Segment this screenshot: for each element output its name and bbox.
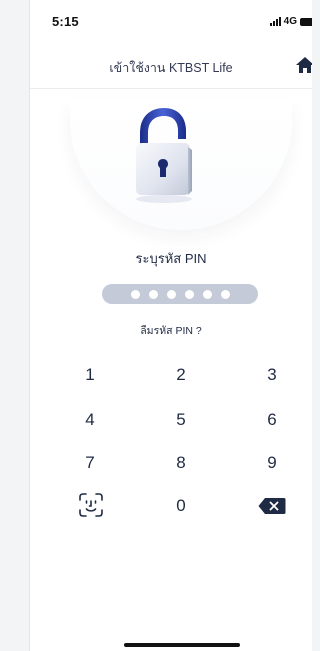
battery-icon bbox=[300, 17, 312, 26]
network-label: 4G bbox=[283, 16, 297, 27]
page-title: เข้าใช้งาน KTBST Life bbox=[109, 61, 233, 75]
pin-indicator bbox=[102, 284, 258, 304]
page-header: เข้าใช้งาน KTBST Life bbox=[30, 44, 312, 89]
key-3[interactable]: 3 bbox=[252, 360, 292, 390]
key-2[interactable]: 2 bbox=[161, 360, 201, 390]
key-4[interactable]: 4 bbox=[70, 405, 110, 435]
signal-icon bbox=[269, 17, 281, 26]
key-0[interactable]: 0 bbox=[161, 491, 201, 521]
face-id-icon[interactable] bbox=[78, 492, 104, 518]
lock-icon bbox=[136, 108, 192, 203]
status-bar: 5:15 4G bbox=[30, 0, 312, 44]
pin-dot bbox=[166, 289, 176, 299]
key-9[interactable]: 9 bbox=[252, 448, 292, 478]
pin-dot bbox=[130, 289, 140, 299]
status-time: 5:15 bbox=[52, 14, 79, 29]
backspace-icon[interactable] bbox=[258, 497, 286, 515]
home-indicator[interactable] bbox=[124, 643, 240, 647]
key-7[interactable]: 7 bbox=[70, 448, 110, 478]
pin-title: ระบุรหัส PIN bbox=[135, 251, 207, 266]
home-icon[interactable] bbox=[294, 55, 312, 75]
pin-dot bbox=[220, 289, 230, 299]
status-indicators: 4G bbox=[269, 16, 312, 27]
key-5[interactable]: 5 bbox=[161, 405, 201, 435]
key-1[interactable]: 1 bbox=[70, 360, 110, 390]
key-6[interactable]: 6 bbox=[252, 405, 292, 435]
app-frame: 5:15 4G เข้าใช้งาน KTBST Life ระบุรหัส P… bbox=[30, 0, 312, 651]
pin-dot bbox=[202, 289, 212, 299]
forgot-pin-link[interactable]: ลืมรหัส PIN ? bbox=[30, 322, 312, 339]
pin-dot bbox=[184, 289, 194, 299]
key-8[interactable]: 8 bbox=[161, 448, 201, 478]
pin-dot bbox=[148, 289, 158, 299]
